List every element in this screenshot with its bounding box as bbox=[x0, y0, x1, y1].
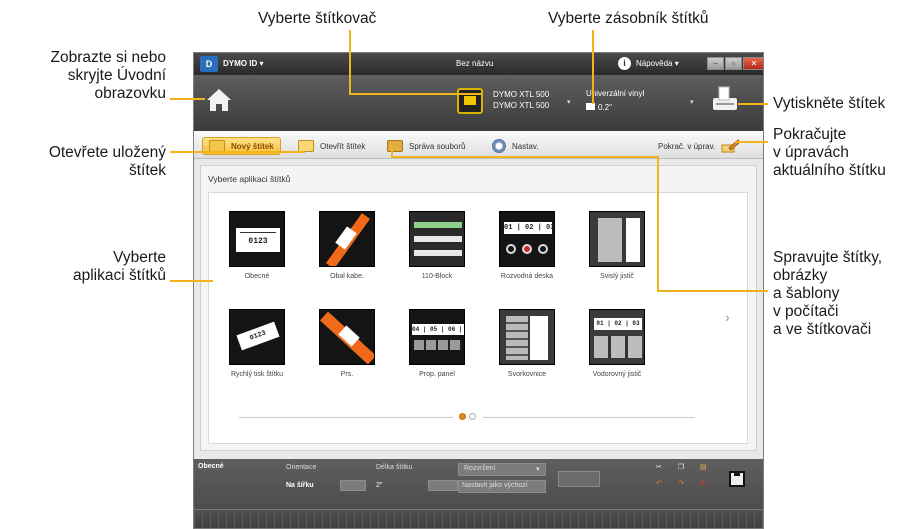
line-select-printer bbox=[349, 30, 482, 95]
callout-lines bbox=[170, 30, 768, 292]
line-manage bbox=[391, 145, 768, 292]
